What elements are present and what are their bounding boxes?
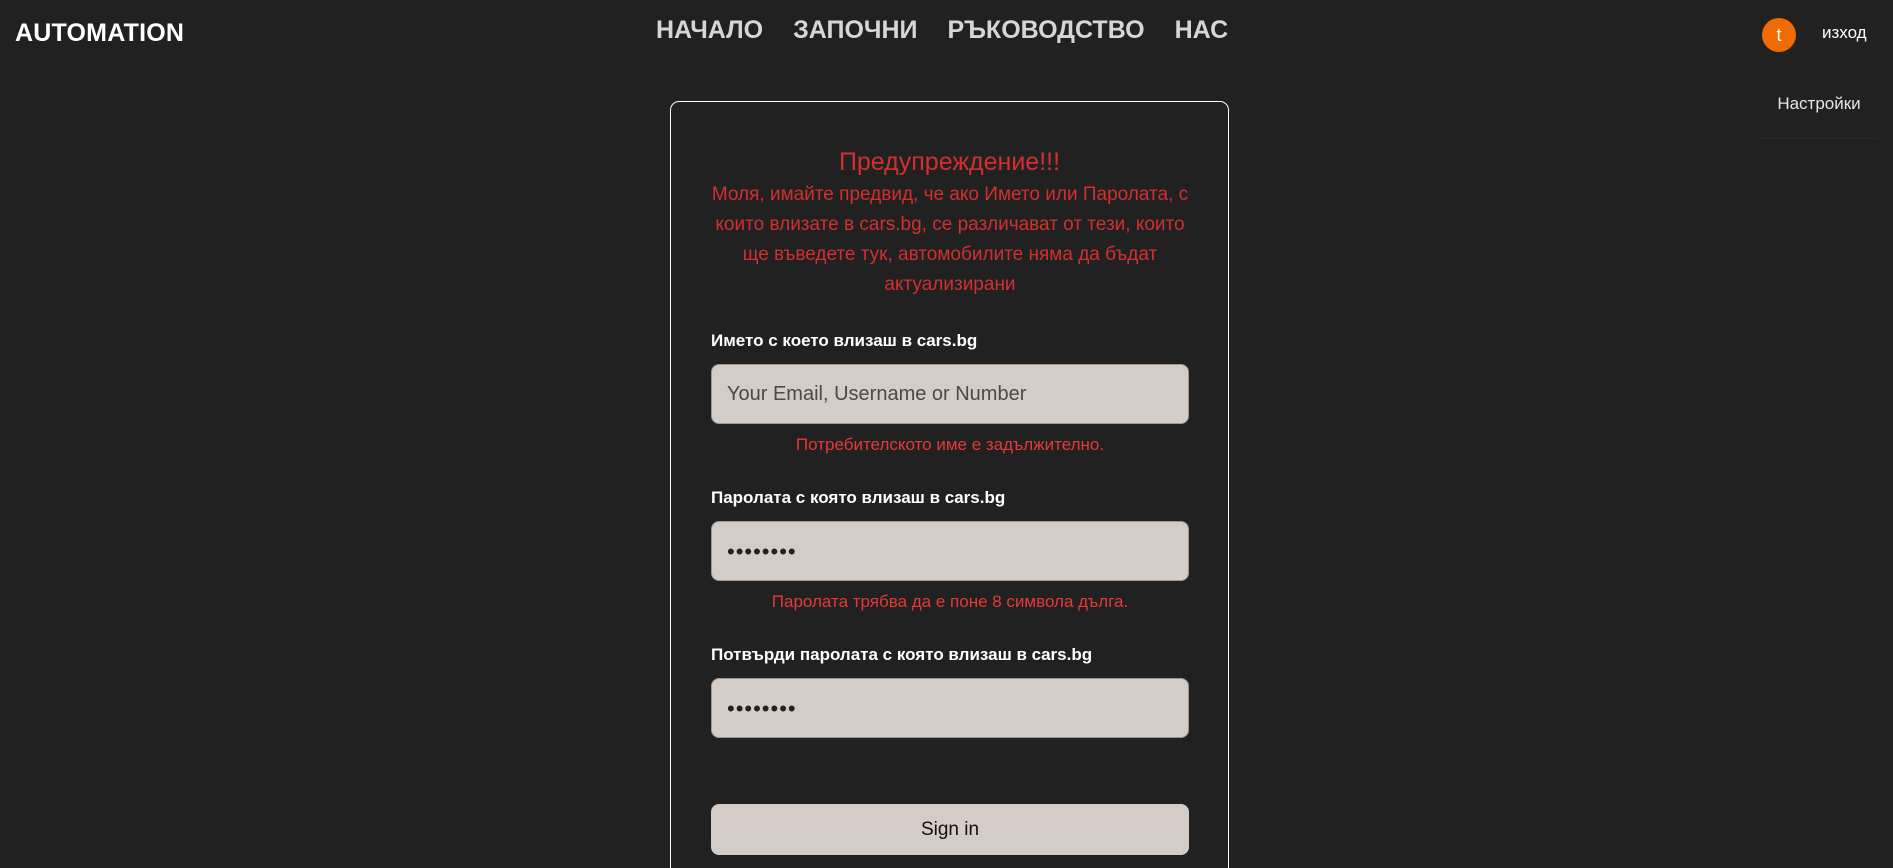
dropdown-item-settings[interactable]: Настройки [1760, 80, 1878, 114]
login-form-card: Предупреждение!!! Моля, имайте предвид, … [670, 101, 1229, 868]
page: AUTOMATION НАЧАЛО ЗАПОЧНИ РЪКОВОДСТВО НА… [0, 0, 1893, 868]
password-input[interactable]: •••••••• [711, 521, 1189, 581]
user-dropdown-menu: Настройки [1760, 80, 1878, 139]
warning-message: Моля, имайте предвид, че ако Името или П… [711, 184, 1189, 295]
password-label: Паролата с която влизаш в cars.bg [711, 488, 1006, 507]
password-error: Паролата трябва да е поне 8 символа дълг… [771, 592, 1129, 611]
nav-item-about[interactable]: НАС [1175, 16, 1229, 45]
nav-item-guide[interactable]: РЪКОВОДСТВО [948, 16, 1145, 45]
logout-link[interactable]: изход [1822, 23, 1867, 43]
avatar[interactable]: t [1762, 18, 1796, 52]
username-input[interactable] [711, 364, 1189, 424]
nav-item-start[interactable]: ЗАПОЧНИ [793, 16, 917, 45]
confirm-password-input[interactable]: •••••••• [711, 678, 1189, 738]
brand-logo[interactable]: AUTOMATION [15, 19, 184, 48]
sign-in-button[interactable]: Sign in [711, 804, 1189, 855]
nav-item-home[interactable]: НАЧАЛО [656, 16, 763, 45]
warning-title: Предупреждение!!! [838, 148, 1061, 176]
main-nav: НАЧАЛО ЗАПОЧНИ РЪКОВОДСТВО НАС [656, 16, 1228, 45]
confirm-password-label: Потвърди паролата с която влизаш в cars.… [711, 645, 1093, 664]
username-error: Потребителското име е задължително. [795, 435, 1105, 454]
username-label: Името с което влизаш в cars.bg [711, 331, 978, 350]
